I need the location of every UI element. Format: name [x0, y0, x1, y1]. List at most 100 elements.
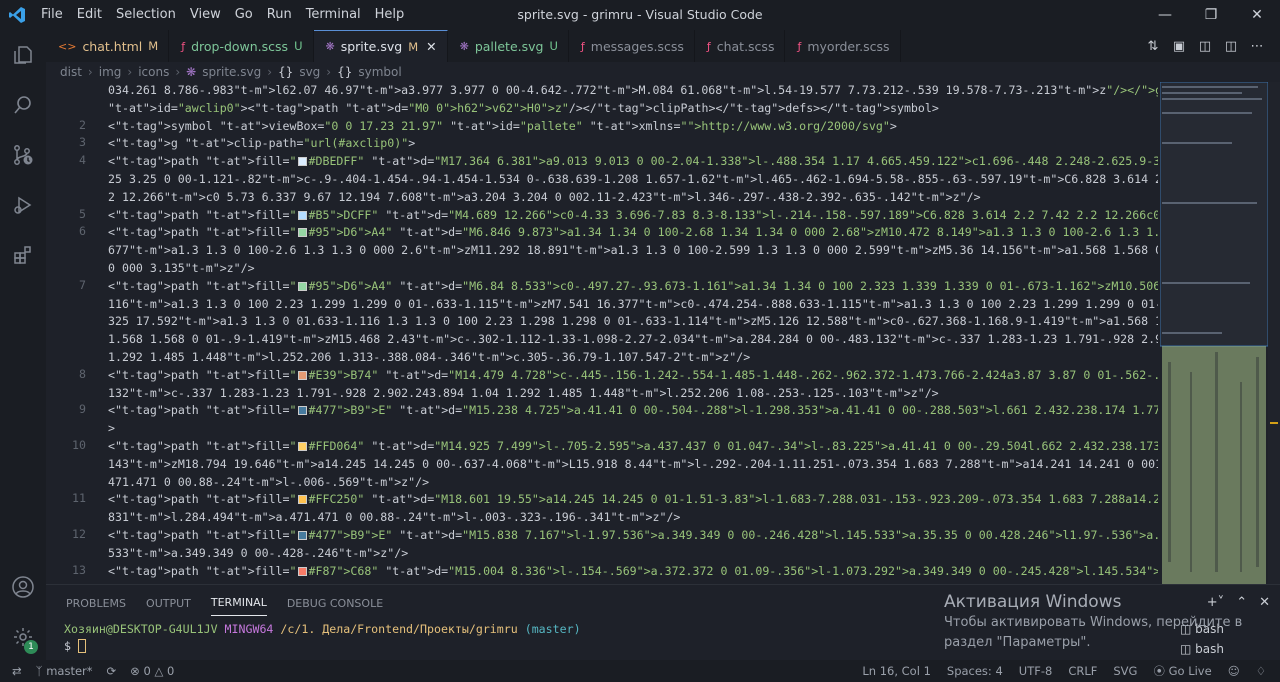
account-icon[interactable]: [0, 562, 46, 612]
code-line[interactable]: <"t-tag">symbol "t-at">viewBox="0 0 17.2…: [108, 118, 1158, 136]
tab-terminal[interactable]: TERMINAL: [210, 596, 267, 616]
menu-edit[interactable]: Edit: [70, 0, 109, 30]
tab-file[interactable]: <> chat.html M: [46, 30, 170, 62]
tab-file[interactable]: ƒ chat.scss: [695, 30, 786, 62]
more-actions-icon[interactable]: ⋯: [1248, 37, 1266, 55]
open-changes-icon[interactable]: ▣: [1170, 37, 1188, 55]
tab-debug-console[interactable]: DEBUG CONSOLE: [287, 597, 383, 610]
new-terminal-icon[interactable]: +˅: [1207, 595, 1224, 610]
tab-problems[interactable]: PROBLEMS: [66, 597, 126, 610]
compare-changes-icon[interactable]: ⇅: [1144, 37, 1162, 55]
notifications-bell-icon[interactable]: ♢: [1256, 664, 1266, 678]
code-line[interactable]: 677"t-m">a1.3 1.3 0 100-2.6 1.3 1.3 0 00…: [108, 242, 1158, 260]
extensions-icon[interactable]: [0, 230, 46, 280]
cursor-position[interactable]: Ln 16, Col 1: [862, 664, 931, 678]
code-line[interactable]: <"t-tag">g "t-at">clip-path="url(#axclip…: [108, 135, 1158, 153]
code-area[interactable]: 034.261 8.786-.983"t-m">l62.07 46.97"t-m…: [108, 82, 1158, 584]
color-swatch-icon[interactable]: [297, 441, 307, 451]
problems-status[interactable]: ⊗ 0 △ 0: [130, 664, 174, 678]
code-line[interactable]: <"t-tag">path "t-at">fill=" #E39">B74" "t…: [108, 367, 1158, 385]
code-line[interactable]: <"t-tag">path "t-at">fill=" #B5">DCFF" "t…: [108, 207, 1158, 225]
breadcrumb-svg[interactable]: svg: [299, 65, 320, 79]
explorer-icon[interactable]: [0, 30, 46, 80]
run-debug-icon[interactable]: [0, 180, 46, 230]
code-line[interactable]: <"t-tag">path "t-at">fill=" #DBEDFF" "t-a…: [108, 153, 1158, 171]
code-line[interactable]: 1.568 1.568 0 01-.9-1.419"t-m">zM15.468 …: [108, 331, 1158, 349]
close-window-icon[interactable]: ✕: [1234, 0, 1280, 30]
breadcrumb-img[interactable]: img: [99, 65, 122, 79]
color-swatch-icon[interactable]: [297, 495, 307, 505]
code-line[interactable]: <"t-tag">path "t-at">fill=" #95">D6">A4" …: [108, 224, 1158, 242]
code-line[interactable]: 0 000 3.135"t-m">z"/>: [108, 260, 1158, 278]
code-line[interactable]: >: [108, 420, 1158, 438]
code-line[interactable]: "t-at">id="awclip0"><"t-tag">path "t-at"…: [108, 100, 1158, 118]
code-line[interactable]: <"t-tag">path "t-at">fill=" #477">B9">E" …: [108, 527, 1158, 545]
maximize-panel-icon[interactable]: ⌃: [1236, 595, 1247, 610]
editor-scrollbar[interactable]: [1268, 82, 1280, 584]
tab-file[interactable]: ƒ myorder.scss: [785, 30, 901, 62]
terminal-output[interactable]: Хозяин@DESKTOP-G4UL1JV MINGW64 /c/1. Дел…: [46, 621, 1280, 655]
remote-icon[interactable]: ⇄: [12, 664, 22, 678]
split-editor-icon[interactable]: ◫: [1222, 37, 1240, 55]
color-swatch-icon[interactable]: [297, 228, 307, 238]
menu-file[interactable]: File: [34, 0, 70, 30]
code-line[interactable]: 1.292 1.485 1.448"t-m">l.252.206 1.313-.…: [108, 349, 1158, 367]
close-panel-icon[interactable]: ✕: [1259, 595, 1270, 610]
code-line[interactable]: <"t-tag">path "t-at">fill=" #FFC250" "t-a…: [108, 491, 1158, 509]
code-editor[interactable]: 2 3 4 5 6 7 8 9 10 11 12 13 034.261 8.786-.983"t-m"…: [46, 82, 1158, 584]
breadcrumb-dist[interactable]: dist: [60, 65, 82, 79]
code-line[interactable]: 2 12.266"t-m">c0 5.73 6.337 9.67 12.194 …: [108, 189, 1158, 207]
sync-icon[interactable]: ⟳: [107, 664, 117, 678]
tab-output[interactable]: OUTPUT: [146, 597, 191, 610]
color-swatch-icon[interactable]: [297, 281, 307, 291]
manage-gear-icon[interactable]: 1: [0, 612, 46, 662]
tab-file[interactable]: ❋ sprite.svg M ✕: [313, 30, 448, 62]
close-tab-icon[interactable]: ✕: [426, 39, 436, 54]
search-icon[interactable]: [0, 80, 46, 130]
source-control-icon[interactable]: [0, 130, 46, 180]
indentation[interactable]: Spaces: 4: [947, 664, 1003, 678]
tab-file[interactable]: ƒ drop-down.scss U: [169, 30, 314, 62]
code-line[interactable]: 831"t-m">l.284.494"t-m">a.471.471 0 00.8…: [108, 509, 1158, 527]
code-line[interactable]: 25 3.25 0 00-1.121-.82"t-m">c-.9-.404-1.…: [108, 171, 1158, 189]
feedback-icon[interactable]: ☺: [1228, 664, 1240, 678]
terminal-list-item[interactable]: ◫ bash: [1180, 639, 1224, 659]
language-mode[interactable]: SVG: [1113, 664, 1137, 678]
code-line[interactable]: <"t-tag">path "t-at">fill=" #95">D6">A4" …: [108, 278, 1158, 296]
code-line[interactable]: 116"t-m">a1.3 1.3 0 100 2.23 1.299 1.299…: [108, 296, 1158, 314]
terminal-input-line[interactable]: $: [64, 638, 1280, 655]
restore-icon[interactable]: ❐: [1188, 0, 1234, 30]
line-ending[interactable]: CRLF: [1068, 664, 1097, 678]
tab-file[interactable]: ❋ pallete.svg U: [448, 30, 569, 62]
code-line[interactable]: 471.471 0 00.88-.24"t-m">l-.006-.569"t-m…: [108, 474, 1158, 492]
color-swatch-icon[interactable]: [297, 157, 307, 167]
menu-run[interactable]: Run: [260, 0, 299, 30]
code-line[interactable]: 143"t-m">zM18.794 19.646"t-m">a14.245 14…: [108, 456, 1158, 474]
code-line[interactable]: 034.261 8.786-.983"t-m">l62.07 46.97"t-m…: [108, 82, 1158, 100]
preview-icon[interactable]: ◫: [1196, 37, 1214, 55]
code-line[interactable]: <"t-tag">path "t-at">fill=" #477">B9">E" …: [108, 402, 1158, 420]
menu-selection[interactable]: Selection: [109, 0, 183, 30]
menu-terminal[interactable]: Terminal: [299, 0, 368, 30]
menu-view[interactable]: View: [183, 0, 228, 30]
color-swatch-icon[interactable]: [297, 530, 307, 540]
breadcrumb-symbol[interactable]: symbol: [358, 65, 401, 79]
color-swatch-icon[interactable]: [297, 210, 307, 220]
branch-status[interactable]: ᛉ master*: [36, 664, 93, 678]
minimize-icon[interactable]: —: [1142, 0, 1188, 30]
code-line[interactable]: 132"t-m">c-.337 1.283-1.23 1.791-.928 2.…: [108, 385, 1158, 403]
breadcrumb-file[interactable]: sprite.svg: [202, 65, 261, 79]
tab-file[interactable]: ƒ messages.scss: [569, 30, 695, 62]
menu-go[interactable]: Go: [228, 0, 260, 30]
minimap[interactable]: [1160, 82, 1268, 584]
encoding[interactable]: UTF-8: [1019, 664, 1053, 678]
code-line[interactable]: 533"t-m">a.349.349 0 00-.428-.246"t-m">z…: [108, 545, 1158, 563]
color-swatch-icon[interactable]: [297, 370, 307, 380]
menu-help[interactable]: Help: [368, 0, 412, 30]
code-line[interactable]: <"t-tag">path "t-at">fill=" #F87">C68" "t…: [108, 563, 1158, 581]
go-live-button[interactable]: ⦿ Go Live: [1153, 663, 1211, 679]
breadcrumb-icons[interactable]: icons: [138, 65, 169, 79]
terminal-list-item[interactable]: ◫ bash: [1180, 619, 1224, 639]
code-line[interactable]: 325 17.592"t-m">a1.3 1.3 0 01.633-1.116 …: [108, 313, 1158, 331]
color-swatch-icon[interactable]: [297, 406, 307, 416]
